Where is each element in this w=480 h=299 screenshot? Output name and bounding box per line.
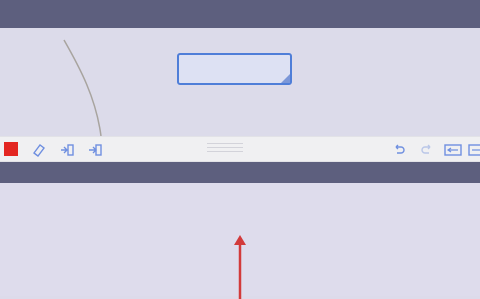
layout-icon[interactable]	[468, 141, 480, 159]
red-arrow-annotation	[234, 235, 246, 299]
toolbar-drag-handle[interactable]	[207, 143, 243, 155]
eraser-icon[interactable]	[30, 141, 48, 159]
indent-in-icon[interactable]	[58, 141, 76, 159]
drawing-canvas[interactable]	[0, 28, 480, 136]
document-canvas[interactable]	[0, 183, 480, 299]
toolbar	[0, 136, 480, 162]
redo-icon[interactable]	[418, 141, 436, 159]
color-swatch-button[interactable]	[4, 142, 18, 156]
fit-width-icon[interactable]	[444, 141, 462, 159]
tab-strip	[0, 162, 480, 183]
indent-out-icon[interactable]	[86, 141, 104, 159]
title-bar	[0, 0, 480, 28]
undo-icon[interactable]	[390, 141, 408, 159]
resize-handle[interactable]	[281, 74, 290, 83]
text-box-input[interactable]	[177, 53, 292, 85]
